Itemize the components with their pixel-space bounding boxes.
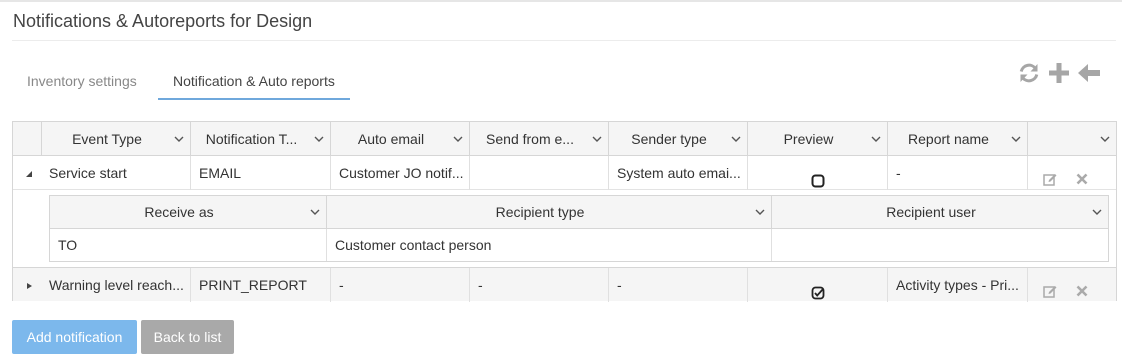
table-row[interactable]: TO Customer contact person — [50, 229, 1108, 261]
chevron-down-icon[interactable] — [754, 196, 766, 230]
chevron-down-icon[interactable] — [309, 196, 321, 230]
subgrid-header: Receive as Recipient type Recipient user — [50, 196, 1108, 229]
column-header-preview[interactable]: Preview — [747, 122, 887, 156]
edit-icon[interactable] — [1042, 277, 1058, 298]
column-header-notification-type[interactable]: Notification T... — [190, 122, 330, 156]
chevron-down-icon[interactable] — [870, 122, 882, 156]
title-divider — [12, 40, 1116, 41]
tab-inventory-settings[interactable]: Inventory settings — [12, 62, 152, 100]
cell-actions — [1027, 156, 1116, 190]
back-to-list-button[interactable]: Back to list — [141, 320, 234, 354]
cell-actions — [1027, 268, 1116, 302]
recipients-subgrid: Receive as Recipient type Recipient user… — [49, 195, 1109, 262]
column-header-recipient-user[interactable]: Recipient user — [771, 196, 1108, 229]
refresh-icon[interactable] — [1016, 60, 1042, 86]
preview-checkbox-checked[interactable] — [811, 278, 825, 300]
chevron-down-icon[interactable] — [1010, 122, 1022, 156]
preview-checkbox-unchecked[interactable] — [811, 166, 825, 188]
collapse-row-icon[interactable] — [23, 156, 37, 190]
cell-report-name: Activity types - Pri... — [887, 268, 1027, 302]
cell-preview — [747, 156, 887, 190]
chevron-down-icon[interactable] — [1091, 196, 1103, 230]
cell-send-from: - — [469, 268, 608, 302]
chevron-down-icon[interactable] — [730, 122, 742, 156]
expand-row-icon[interactable] — [23, 268, 37, 302]
cell-notification-type: PRINT_REPORT — [190, 268, 330, 302]
cell-sender-type: System auto emai... — [608, 156, 747, 190]
tab-notification-auto-reports[interactable]: Notification & Auto reports — [158, 62, 350, 100]
chevron-down-icon[interactable] — [591, 122, 603, 156]
cell-event-type: Warning level reach... — [49, 277, 184, 293]
table-row[interactable]: Service start EMAIL Customer JO notif...… — [13, 156, 1116, 190]
column-header-auto-email[interactable]: Auto email — [330, 122, 469, 156]
arrow-left-icon[interactable] — [1076, 60, 1102, 86]
chevron-down-icon[interactable] — [1099, 122, 1111, 156]
column-header-actions[interactable] — [1027, 122, 1116, 156]
column-header-receive-as[interactable]: Receive as — [50, 196, 326, 229]
cell-recipient-type: Customer contact person — [326, 229, 771, 261]
cell-report-name: - — [887, 156, 1027, 190]
page-title: Notifications & Autoreports for Design — [13, 11, 313, 31]
table-row[interactable]: Warning level reach... PRINT_REPORT - - … — [13, 267, 1116, 302]
cell-preview — [747, 268, 887, 302]
grid-header: Event Type Notification T... Auto email … — [13, 122, 1116, 156]
add-notification-button[interactable]: Add notification — [12, 320, 137, 354]
top-border — [0, 0, 1122, 2]
edit-icon[interactable] — [1042, 165, 1058, 186]
expand-column-header — [13, 122, 41, 156]
column-header-recipient-type[interactable]: Recipient type — [326, 196, 771, 229]
chevron-down-icon[interactable] — [452, 122, 464, 156]
chevron-down-icon[interactable] — [313, 122, 325, 156]
notifications-grid: Event Type Notification T... Auto email … — [12, 121, 1117, 302]
column-header-report-name[interactable]: Report name — [887, 122, 1027, 156]
cell-auto-email: Customer JO notif... — [330, 156, 469, 190]
cell-auto-email: - — [330, 268, 469, 302]
cell-recipient-user — [771, 229, 1108, 261]
chevron-down-icon[interactable] — [173, 122, 185, 156]
cell-event-type: Service start — [49, 165, 127, 181]
cell-receive-as: TO — [58, 237, 78, 253]
plus-icon[interactable] — [1046, 60, 1072, 86]
delete-icon[interactable] — [1074, 165, 1090, 185]
delete-icon[interactable] — [1074, 277, 1090, 297]
cell-sender-type: - — [608, 268, 747, 302]
column-header-send-from[interactable]: Send from e... — [469, 122, 608, 156]
column-header-event-type[interactable]: Event Type — [41, 122, 190, 156]
column-header-sender-type[interactable]: Sender type — [608, 122, 747, 156]
cell-send-from — [469, 156, 608, 190]
cell-notification-type: EMAIL — [190, 156, 330, 190]
